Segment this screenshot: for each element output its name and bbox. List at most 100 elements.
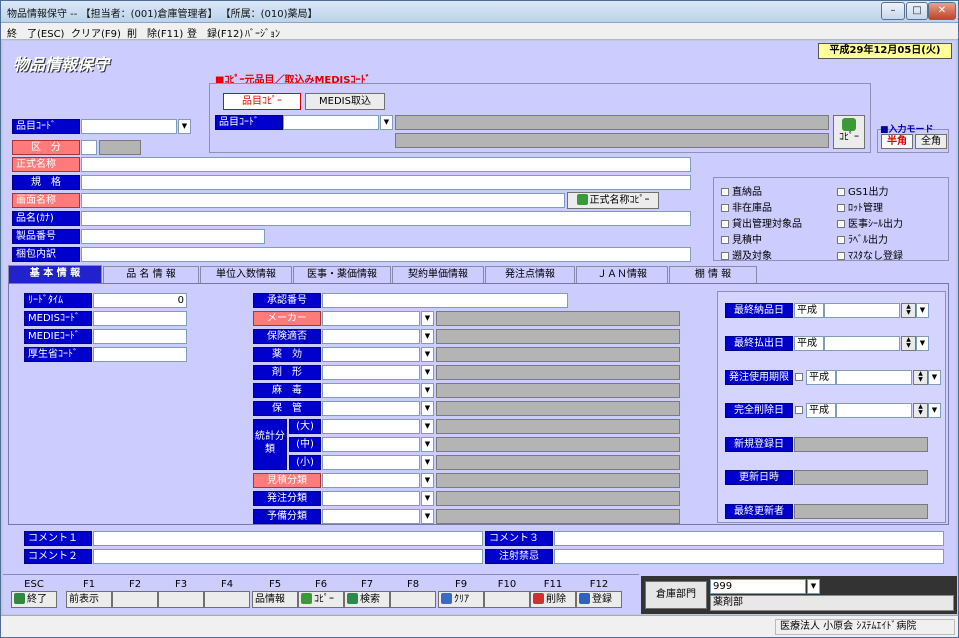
tab-item-copy[interactable]: 品目ｺﾋﾟｰ <box>223 93 301 110</box>
menu-register[interactable]: 登 録(F12) <box>187 25 243 40</box>
spec-input[interactable] <box>81 175 691 190</box>
f4-button[interactable] <box>204 591 250 608</box>
tab-shelf[interactable]: 棚 情 報 <box>669 266 757 283</box>
full-delete-input[interactable] <box>836 403 912 418</box>
delete-button[interactable]: 削除 <box>530 591 576 608</box>
tab-basic[interactable]: 基 本 情 報 <box>8 265 102 283</box>
comment2-input[interactable] <box>93 549 483 564</box>
medis-code-input[interactable] <box>93 311 187 326</box>
minimize-button[interactable]: – <box>881 2 905 20</box>
insurance-dropdown[interactable]: ▼ <box>421 329 434 344</box>
tab-order-point[interactable]: 発注点情報 <box>485 266 575 283</box>
reserve-class-input[interactable] <box>322 509 420 524</box>
estimate-class-dropdown[interactable]: ▼ <box>421 473 434 488</box>
stat-small-dropdown[interactable]: ▼ <box>421 455 434 470</box>
estimate-class-input[interactable] <box>322 473 420 488</box>
f10-button[interactable] <box>484 591 530 608</box>
form-input[interactable] <box>322 365 420 380</box>
close-button[interactable]: ✕ <box>928 2 956 20</box>
f2-button[interactable] <box>112 591 158 608</box>
spin-icon[interactable]: ▲ ▼ <box>913 403 928 418</box>
prev-display-button[interactable]: 前表示 <box>66 591 112 608</box>
storage-dropdown[interactable]: ▼ <box>421 401 434 416</box>
copy-button[interactable]: ｺﾋﾟｰ <box>833 115 865 149</box>
copy-item-code-input[interactable] <box>283 115 379 130</box>
hankaku-button[interactable]: 半角 <box>881 134 913 149</box>
order-class-dropdown[interactable]: ▼ <box>421 491 434 506</box>
item-info-button[interactable]: 品情報 <box>252 591 298 608</box>
tab-medis-import[interactable]: MEDIS取込 <box>305 93 385 110</box>
stat-small-input[interactable] <box>322 455 420 470</box>
tab-contract[interactable]: 契約単価情報 <box>392 266 484 283</box>
maker-input[interactable] <box>322 311 420 326</box>
last-payment-dropdown[interactable]: ▼ <box>916 336 929 351</box>
kubun-input[interactable] <box>81 140 97 155</box>
package-input[interactable] <box>81 247 691 262</box>
official-name-input[interactable] <box>81 157 691 172</box>
exit-button[interactable]: 終了 <box>11 591 57 608</box>
chk-lot[interactable]: ﾛｯﾄ管理 <box>837 199 883 214</box>
f3-button[interactable] <box>158 591 204 608</box>
copy-official-name-button[interactable]: 正式名称ｺﾋﾟｰ <box>567 192 659 209</box>
menu-delete[interactable]: 削 除(F11) <box>127 25 183 40</box>
dept-code-input[interactable]: 999 <box>710 579 806 594</box>
order-expiry-dropdown[interactable]: ▼ <box>928 370 941 385</box>
menu-version[interactable]: ﾊﾞｰｼﾞｮﾝ <box>245 25 280 40</box>
chk-retroactive[interactable]: 遡及対象 <box>721 247 772 262</box>
copy-fkey-button[interactable]: ｺﾋﾟｰ <box>298 591 344 608</box>
tab-item-name[interactable]: 品 名 情 報 <box>103 266 199 283</box>
order-class-input[interactable] <box>322 491 420 506</box>
search-button[interactable]: 検索 <box>344 591 390 608</box>
tab-unit[interactable]: 単位入数情報 <box>200 266 292 283</box>
insurance-input[interactable] <box>322 329 420 344</box>
chk-direct-delivery[interactable]: 直納品 <box>721 183 762 198</box>
spin-icon[interactable]: ▲ ▼ <box>901 336 916 351</box>
full-delete-dropdown[interactable]: ▼ <box>928 403 941 418</box>
stat-large-input[interactable] <box>322 419 420 434</box>
spin-icon[interactable]: ▲ ▼ <box>901 303 916 318</box>
copy-item-code-dropdown[interactable]: ▼ <box>380 115 393 130</box>
chk-non-stock[interactable]: 非在庫品 <box>721 199 772 214</box>
chk-medical-seal[interactable]: 医事ｼｰﾙ出力 <box>837 215 903 230</box>
reserve-class-dropdown[interactable]: ▼ <box>421 509 434 524</box>
lead-time-input[interactable]: 0 <box>93 293 187 308</box>
mhlw-code-input[interactable] <box>93 347 187 362</box>
register-button[interactable]: 登録 <box>576 591 622 608</box>
menu-clear[interactable]: クリア(F9) <box>71 25 121 40</box>
screen-name-input[interactable] <box>81 193 565 208</box>
last-delivery-dropdown[interactable]: ▼ <box>916 303 929 318</box>
chk-estimating[interactable]: 見積中 <box>721 231 762 246</box>
comment3-input[interactable] <box>554 531 944 546</box>
full-delete-checkbox[interactable] <box>795 405 806 416</box>
maximize-button[interactable]: □ <box>906 2 928 20</box>
efficacy-input[interactable] <box>322 347 420 362</box>
tab-medical-price[interactable]: 医事・薬価情報 <box>293 266 391 283</box>
zenkaku-button[interactable]: 全角 <box>915 134 947 149</box>
chk-label[interactable]: ﾗﾍﾞﾙ出力 <box>837 231 888 246</box>
item-code-input[interactable] <box>81 119 177 134</box>
chk-lending[interactable]: 貸出管理対象品 <box>721 215 802 230</box>
stat-mid-dropdown[interactable]: ▼ <box>421 437 434 452</box>
stat-large-dropdown[interactable]: ▼ <box>421 419 434 434</box>
approval-no-input[interactable] <box>322 293 568 308</box>
narcotic-dropdown[interactable]: ▼ <box>421 383 434 398</box>
item-code-dropdown[interactable]: ▼ <box>178 119 191 134</box>
medie-code-input[interactable] <box>93 329 187 344</box>
menu-exit[interactable]: 終 了(ESC) <box>7 25 64 40</box>
order-expiry-checkbox[interactable] <box>795 372 806 383</box>
tab-jan[interactable]: ＪＡＮ情報 <box>576 266 668 283</box>
stat-mid-input[interactable] <box>322 437 420 452</box>
spin-icon[interactable]: ▲ ▼ <box>913 370 928 385</box>
efficacy-dropdown[interactable]: ▼ <box>421 347 434 362</box>
clear-button[interactable]: ｸﾘｱ <box>438 591 484 608</box>
narcotic-input[interactable] <box>322 383 420 398</box>
injection-contra-input[interactable] <box>554 549 944 564</box>
last-payment-input[interactable] <box>824 336 900 351</box>
last-delivery-input[interactable] <box>824 303 900 318</box>
chk-gs1[interactable]: GS1出力 <box>837 183 888 198</box>
order-expiry-input[interactable] <box>836 370 912 385</box>
maker-dropdown[interactable]: ▼ <box>421 311 434 326</box>
f8-button[interactable] <box>390 591 436 608</box>
product-no-input[interactable] <box>81 229 265 244</box>
form-dropdown[interactable]: ▼ <box>421 365 434 380</box>
